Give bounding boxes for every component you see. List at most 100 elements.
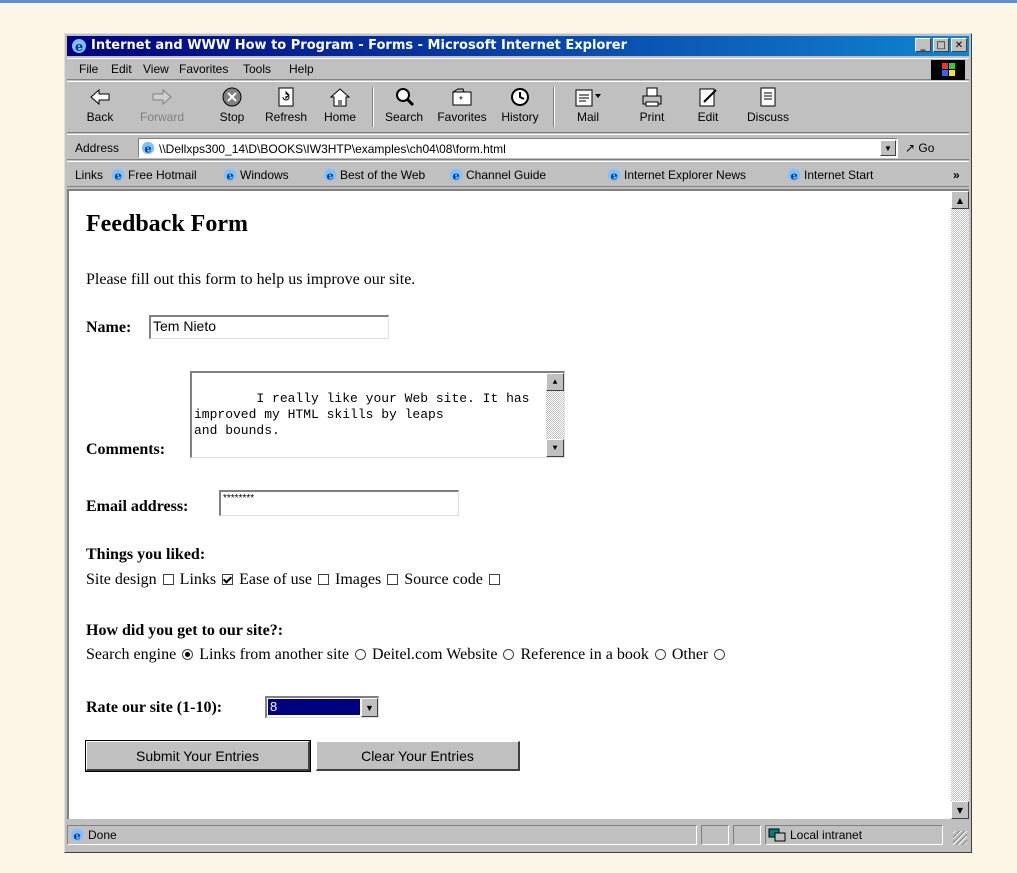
clear-button[interactable]: Clear Your Entries [316,741,520,771]
images-checkbox[interactable] [387,574,399,585]
search-button[interactable]: Search [379,86,429,124]
svg-text:*: * [459,95,463,106]
svg-text:e: e [611,168,618,182]
svg-text:e: e [227,168,234,182]
favorites-button[interactable]: * Favorites [437,86,487,124]
link-label: Windows [240,168,289,182]
scroll-up-arrow-icon[interactable]: ▲ [951,191,969,209]
edit-icon [699,88,717,107]
toolbar-separator [372,87,374,127]
forward-label: Forward [139,110,184,124]
comments-text: I really like your Web site. It has impr… [194,391,530,438]
ie-page-icon: e [607,168,621,182]
search-label: Search [384,110,424,124]
forward-button[interactable]: Forward [137,86,187,124]
ie-page-icon: e [449,168,463,182]
refresh-label: Refresh [264,110,308,124]
history-icon [511,88,529,106]
ease-of-use-checkbox[interactable] [317,574,329,585]
link-label: Internet Start [804,168,874,182]
source-code-checkbox[interactable] [488,574,500,585]
how-options: Search engine Links from another site Deit… [86,646,731,664]
link-best-of-the-web[interactable]: e Best of the Web [323,168,425,182]
menu-tools[interactable]: Tools [243,62,271,76]
close-button[interactable]: ✕ [951,38,967,52]
submit-button[interactable]: Submit Your Entries [85,740,311,772]
menu-edit[interactable]: Edit [111,62,132,76]
svg-text:e: e [115,168,122,182]
minimize-button[interactable]: _ [915,38,931,52]
link-channel-guide[interactable]: e Channel Guide [449,168,546,182]
title-bar[interactable]: e Internet and WWW How to Program - Form… [67,36,969,56]
menu-file[interactable]: File [79,62,98,76]
home-button[interactable]: Home [315,86,365,124]
link-free-hotmail[interactable]: e Free Hotmail [111,168,197,182]
svg-text:e: e [75,40,83,54]
dropdown-arrow-icon[interactable]: ▼ [361,698,378,717]
zone-text: Local intranet [790,828,863,842]
refresh-button[interactable]: Refresh [261,86,311,124]
print-button[interactable]: Print [627,86,677,124]
mail-button[interactable]: Mail [563,86,613,124]
intro-text: Please fill out this form to help us imp… [86,271,416,288]
menu-help[interactable]: Help [289,62,314,76]
go-button[interactable]: ↗ Go [905,141,934,155]
print-icon [642,87,662,107]
links-overflow-chevron-icon[interactable]: » [953,168,960,182]
search-engine-radio[interactable] [182,649,194,660]
liked-options: Site design Links Ease of use Images Source … [86,571,506,589]
option-label: Other [671,646,709,663]
maximize-button[interactable]: □ [933,38,949,52]
comments-field[interactable]: I really like your Web site. It has impr… [190,371,565,458]
menu-bar: File Edit View Favorites Tools Help [67,58,969,80]
link-ie-news[interactable]: e Internet Explorer News [607,168,746,182]
ie-logo-icon: e [72,39,86,54]
link-internet-start[interactable]: e Internet Start [787,168,873,182]
browser-window: e Internet and WWW How to Program - Form… [64,33,972,853]
resize-grip[interactable] [953,831,967,845]
scroll-down-arrow-icon[interactable]: ▼ [546,439,564,457]
ie-page-icon: e [787,168,801,182]
back-label: Back [86,110,114,124]
address-input[interactable]: e \\Dellxps300_14\D\BOOKS\IW3HTP\example… [138,138,898,158]
page-scrollbar[interactable]: ▲ ▼ [951,191,969,819]
scroll-down-arrow-icon[interactable]: ▼ [951,801,969,819]
deitel-radio[interactable] [503,649,515,660]
comments-label: Comments: [86,441,166,458]
search-icon [396,88,415,107]
edit-label: Edit [697,110,719,124]
scroll-up-arrow-icon[interactable]: ▲ [546,373,564,391]
option-label: Ease of use [239,571,312,588]
discuss-button[interactable]: Discuss [743,86,793,124]
site-design-checkbox[interactable] [162,574,174,585]
address-dropdown-button[interactable]: ▼ [880,140,896,156]
links-checkbox[interactable] [222,574,234,585]
back-button[interactable]: Back [75,86,125,124]
history-label: History [501,110,539,124]
rating-value: 8 [268,699,360,715]
link-windows[interactable]: e Windows [223,168,289,182]
svg-text:e: e [791,168,798,182]
forward-arrow-icon [152,88,172,106]
rating-select[interactable]: 8 ▼ [265,696,379,718]
other-radio[interactable] [714,649,726,660]
links-radio[interactable] [354,649,366,660]
comments-scrollbar[interactable]: ▲ ▼ [546,373,564,457]
address-label: Address [75,141,120,155]
status-text: Done [88,828,117,842]
option-label: Search engine [86,646,177,663]
edit-button[interactable]: Edit [683,86,733,124]
option-label: Reference in a book [520,646,649,663]
top-accent-line [0,0,1017,3]
liked-label: Things you liked: [86,546,206,563]
menu-favorites[interactable]: Favorites [179,62,228,76]
address-bar: Address e \\Dellxps300_14\D\BOOKS\IW3HTP… [67,134,969,160]
history-button[interactable]: History [495,86,545,124]
intranet-icon [768,828,786,842]
email-field[interactable]: ******** [219,490,459,516]
book-radio[interactable] [654,649,666,660]
menu-view[interactable]: View [143,62,169,76]
name-field[interactable]: Tem Nieto [149,315,389,339]
page-content: Feedback Form Please fill out this form … [69,191,945,819]
stop-button[interactable]: Stop [207,86,257,124]
